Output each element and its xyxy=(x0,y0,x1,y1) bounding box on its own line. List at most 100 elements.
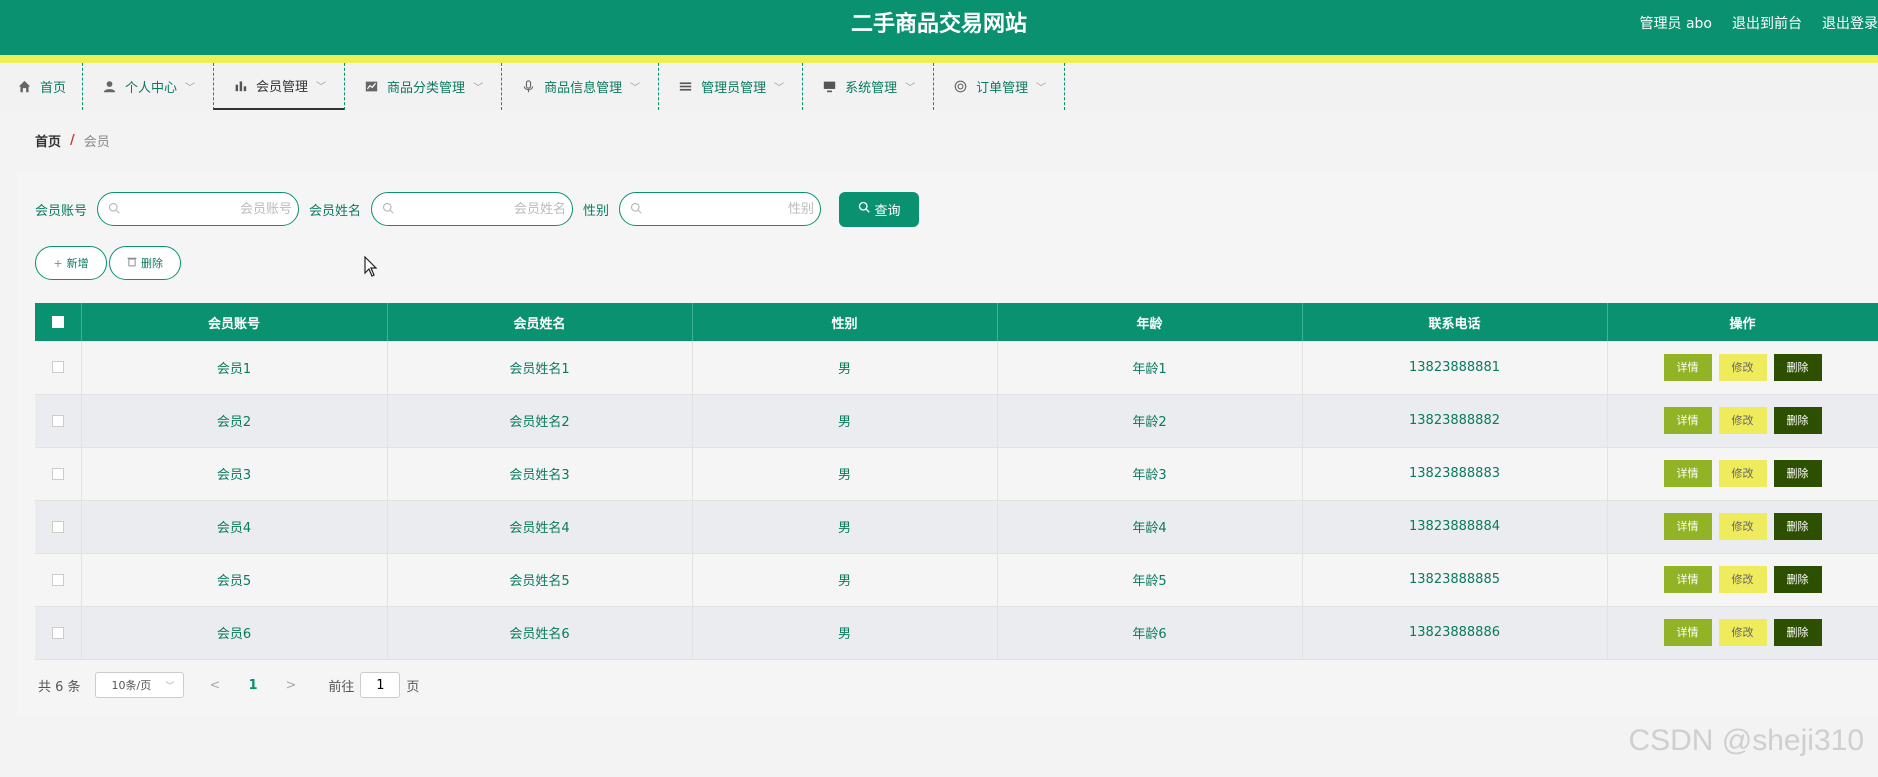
name-cell: 会员姓名1 xyxy=(387,341,693,395)
nav-item-category[interactable]: 商品分类管理 ﹀ xyxy=(344,63,503,110)
search-icon xyxy=(382,202,394,217)
edit-button[interactable]: 修改 xyxy=(1718,619,1767,646)
table-row: 会员2 会员姓名2 男 年龄2 13823888882 详情 修改 删除 xyxy=(35,394,1878,448)
next-page-button[interactable]: > xyxy=(286,678,297,693)
gender-cell: 男 xyxy=(692,341,998,395)
breadcrumb-separator: / xyxy=(70,133,75,148)
name-cell: 会员姓名4 xyxy=(387,500,693,554)
delete-label: 删除 xyxy=(141,257,163,270)
goto-prefix: 前往 xyxy=(328,679,355,695)
name-cell: 会员姓名3 xyxy=(387,447,693,501)
delete-button[interactable]: 删除 xyxy=(1773,513,1822,540)
table-row: 会员4 会员姓名4 男 年龄4 13823888884 详情 修改 删除 xyxy=(35,500,1878,554)
edit-button[interactable]: 修改 xyxy=(1718,513,1767,540)
chevron-down-icon: ﹀ xyxy=(1036,83,1047,94)
total-count: 共 6 条 xyxy=(38,679,81,695)
batch-delete-button[interactable]: 删除 xyxy=(109,246,181,280)
search-icon xyxy=(858,201,870,217)
row-checkbox[interactable] xyxy=(51,573,64,586)
delete-button[interactable]: 删除 xyxy=(1773,353,1822,381)
main-nav: 首页 个人中心 ﹀ 会员管理 ﹀ 商品分类管理 ﹀ 商品信息管理 ﹀ 管理员管理… xyxy=(0,63,1878,110)
detail-button[interactable]: 详情 xyxy=(1663,407,1712,434)
goto-page-input[interactable] xyxy=(360,672,401,698)
row-checkbox[interactable] xyxy=(51,626,64,639)
select-all-cell[interactable] xyxy=(35,303,82,341)
edit-button[interactable]: 修改 xyxy=(1718,407,1767,434)
query-label: 查询 xyxy=(874,203,901,219)
monitor-icon xyxy=(821,79,837,95)
column-header: 操作 xyxy=(1607,303,1878,341)
nav-item-system[interactable]: 系统管理 ﹀ xyxy=(803,63,935,110)
breadcrumb-home[interactable]: 首页 xyxy=(35,131,61,150)
chevron-down-icon: ﹀ xyxy=(905,83,916,94)
nav-item-admin[interactable]: 管理员管理 ﹀ xyxy=(659,63,804,110)
name-cell: 会员姓名5 xyxy=(387,553,693,607)
add-button[interactable]: + 新增 xyxy=(35,246,107,280)
detail-button[interactable]: 详情 xyxy=(1663,353,1712,381)
phone-cell: 13823888884 xyxy=(1302,500,1608,554)
account-label: 会员账号 xyxy=(35,203,88,219)
row-checkbox[interactable] xyxy=(51,361,64,374)
nav-item-goods[interactable]: 商品信息管理 ﹀ xyxy=(502,63,660,110)
account-search-box xyxy=(97,192,311,226)
page-size-select[interactable]: 10条/页 ﹀ xyxy=(94,672,184,698)
edit-button[interactable]: 修改 xyxy=(1718,353,1767,381)
prev-page-button[interactable]: < xyxy=(210,678,221,693)
name-search-box xyxy=(371,192,585,226)
nav-item-order[interactable]: 订单管理 ﹀ xyxy=(934,63,1066,110)
account-cell: 会员4 xyxy=(81,500,388,554)
edit-button[interactable]: 修改 xyxy=(1718,566,1767,593)
detail-button[interactable]: 详情 xyxy=(1663,619,1712,646)
delete-button[interactable]: 删除 xyxy=(1773,566,1822,593)
search-form: 会员账号 会员姓名 性别 查询 xyxy=(17,191,920,227)
delete-button[interactable]: 删除 xyxy=(1773,460,1822,487)
nav-label: 个人中心 xyxy=(125,81,178,96)
query-button[interactable]: 查询 xyxy=(839,191,920,227)
delete-button[interactable]: 删除 xyxy=(1773,619,1822,646)
account-input[interactable] xyxy=(120,200,311,218)
name-label: 会员姓名 xyxy=(309,203,362,219)
gender-search-box xyxy=(619,192,833,226)
gender-input[interactable] xyxy=(642,200,833,218)
column-header: 会员姓名 xyxy=(387,303,693,341)
select-all-checkbox[interactable] xyxy=(51,316,64,328)
breadcrumb-current: 会员 xyxy=(83,135,110,150)
to-front-link[interactable]: 退出到前台 xyxy=(1732,0,1802,50)
operation-cell: 详情 修改 删除 xyxy=(1607,500,1878,554)
mic-icon xyxy=(520,79,536,95)
column-header: 性别 xyxy=(692,303,998,341)
name-input[interactable] xyxy=(394,200,585,218)
phone-cell: 13823888881 xyxy=(1302,341,1608,395)
operation-cell: 详情 修改 删除 xyxy=(1607,341,1878,395)
page-size-value: 10条/页 xyxy=(111,679,152,692)
search-icon xyxy=(630,202,642,217)
table-header-row: 会员账号 会员姓名 性别 年龄 联系电话 操作 xyxy=(35,303,1878,341)
user-icon xyxy=(101,79,117,95)
table-row: 会员5 会员姓名5 男 年龄5 13823888885 详情 修改 删除 xyxy=(35,553,1878,607)
nav-label: 商品分类管理 xyxy=(387,81,466,96)
plus-icon: + xyxy=(53,256,63,270)
age-cell: 年龄5 xyxy=(997,553,1303,607)
detail-button[interactable]: 详情 xyxy=(1663,460,1712,487)
edit-button[interactable]: 修改 xyxy=(1718,460,1767,487)
nav-item-personal[interactable]: 个人中心 ﹀ xyxy=(83,63,213,110)
admin-user[interactable]: 管理员 abo xyxy=(1640,0,1712,50)
pagination: 共 6 条 10条/页 ﹀ < 1 > 前往 页 xyxy=(38,672,419,698)
nav-item-home[interactable]: 首页 xyxy=(0,63,84,110)
detail-button[interactable]: 详情 xyxy=(1663,566,1712,593)
logout-link[interactable]: 退出登录 xyxy=(1822,0,1878,50)
phone-cell: 13823888882 xyxy=(1302,394,1608,448)
detail-button[interactable]: 详情 xyxy=(1663,513,1712,540)
row-checkbox[interactable] xyxy=(51,467,64,480)
row-checkbox[interactable] xyxy=(51,520,64,533)
operation-cell: 详情 修改 删除 xyxy=(1607,447,1878,501)
account-cell: 会员3 xyxy=(81,447,388,501)
delete-button[interactable]: 删除 xyxy=(1773,407,1822,434)
nav-item-member[interactable]: 会员管理 ﹀ xyxy=(213,63,345,110)
row-checkbox[interactable] xyxy=(51,414,64,427)
page-number[interactable]: 1 xyxy=(248,678,257,693)
breadcrumb: 首页 / 会员 xyxy=(17,118,1878,163)
gender-cell: 男 xyxy=(692,447,998,501)
chevron-down-icon: ﹀ xyxy=(473,83,484,94)
nav-label: 会员管理 xyxy=(256,80,309,95)
